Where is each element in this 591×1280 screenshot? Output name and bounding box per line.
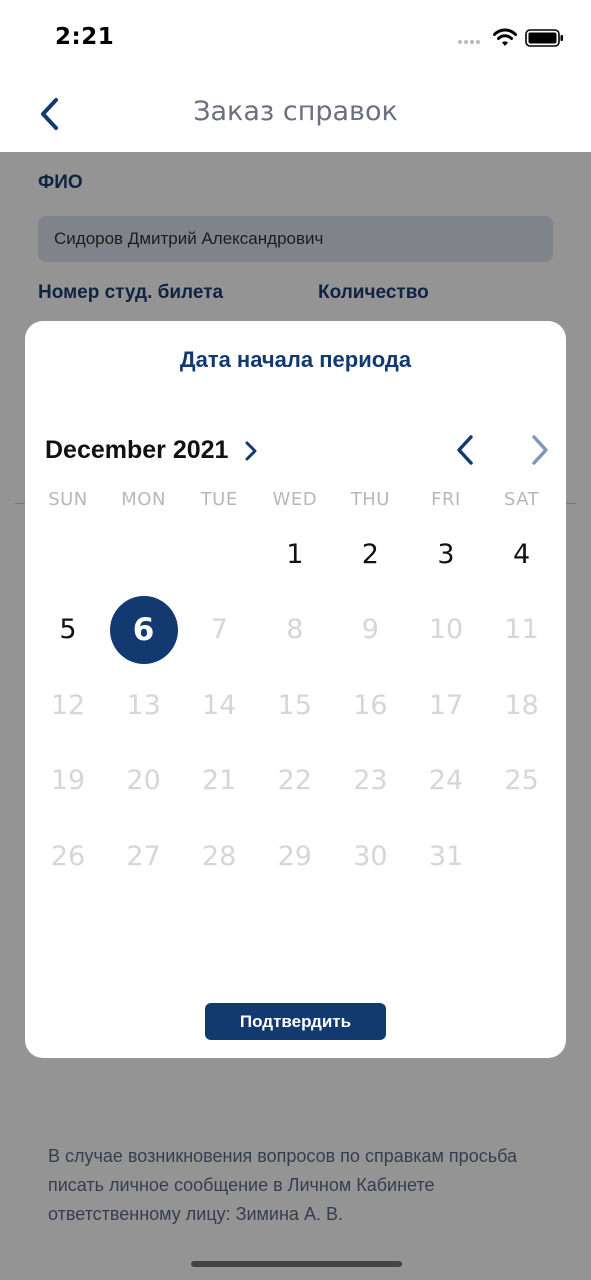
weekday-sat: SAT	[504, 489, 540, 510]
home-indicator	[191, 1261, 402, 1267]
confirm-button[interactable]: Подтвердить	[205, 1003, 386, 1040]
prev-month-button[interactable]	[451, 433, 481, 467]
day-cell: 31	[428, 840, 464, 872]
day-cell: 26	[50, 840, 86, 872]
day-cell: 14	[202, 689, 237, 721]
chevron-right-icon[interactable]	[243, 440, 259, 462]
day-cell: 16	[353, 689, 388, 721]
chevron-left-icon	[457, 435, 473, 465]
day-cell: 29	[277, 840, 312, 872]
weekday-sun: SUN	[48, 489, 88, 510]
status-bar: 2:21	[0, 0, 591, 76]
day-cell: 13	[126, 689, 161, 721]
day-cell: 22	[277, 765, 312, 797]
wifi-icon	[493, 28, 517, 46]
day-cell: 28	[202, 840, 237, 872]
day-cell: 15	[277, 689, 312, 721]
day-cell: 20	[126, 765, 161, 797]
weekday-tue: TUE	[200, 489, 238, 510]
day-cell: 19	[50, 765, 86, 797]
day-cell: 11	[504, 614, 539, 646]
day-cell[interactable]: 3	[408, 517, 484, 593]
day-grid: 1 2 3 4 5 6 7 8 9 10 11 12 13 14 15 16 17 18 19 20 21 22 23 24 2…	[30, 517, 560, 897]
day-cell: 18	[504, 689, 539, 721]
day-cell: 17	[428, 689, 464, 721]
signal-dots-icon	[458, 40, 486, 44]
dialog-title: Дата начала периода	[179, 347, 412, 372]
day-cell: 7	[210, 614, 228, 646]
weekday-wed: WED	[272, 489, 318, 510]
day-cell: 10	[428, 614, 464, 646]
day-cell: 24	[428, 765, 464, 797]
day-cell: 27	[126, 840, 161, 872]
back-button[interactable]	[30, 94, 70, 134]
day-cell: 21	[202, 765, 237, 797]
date-picker-dialog: Дата начала периода December 2021 SUN MON…	[25, 321, 566, 1058]
battery-icon	[525, 29, 563, 47]
nav-bar: Заказ справок	[0, 76, 591, 152]
day-cell[interactable]: 1	[257, 517, 333, 593]
day-cell: 25	[504, 765, 539, 797]
day-cell[interactable]: 5	[30, 592, 106, 668]
weekday-row: SUN MON TUE WED THU FRI SAT	[30, 489, 560, 513]
day-cell: 30	[353, 840, 388, 872]
weekday-mon: MON	[121, 489, 166, 510]
day-cell: 12	[50, 689, 86, 721]
weekday-fri: FRI	[431, 489, 461, 510]
weekday-thu: THU	[350, 489, 390, 510]
page-title: Заказ справок	[193, 96, 398, 127]
chevron-left-icon	[41, 98, 58, 130]
day-cell: 23	[353, 765, 388, 797]
status-time: 2:21	[55, 24, 115, 50]
month-year-label[interactable]: December 2021	[45, 436, 228, 465]
chevron-right-icon	[532, 435, 548, 465]
next-month-button[interactable]	[524, 433, 554, 467]
day-cell: 8	[286, 614, 304, 646]
day-cell-selected[interactable]: 6	[106, 592, 182, 668]
day-cell: 9	[361, 614, 379, 646]
day-cell[interactable]: 2	[332, 517, 408, 593]
day-cell[interactable]: 4	[484, 517, 560, 593]
